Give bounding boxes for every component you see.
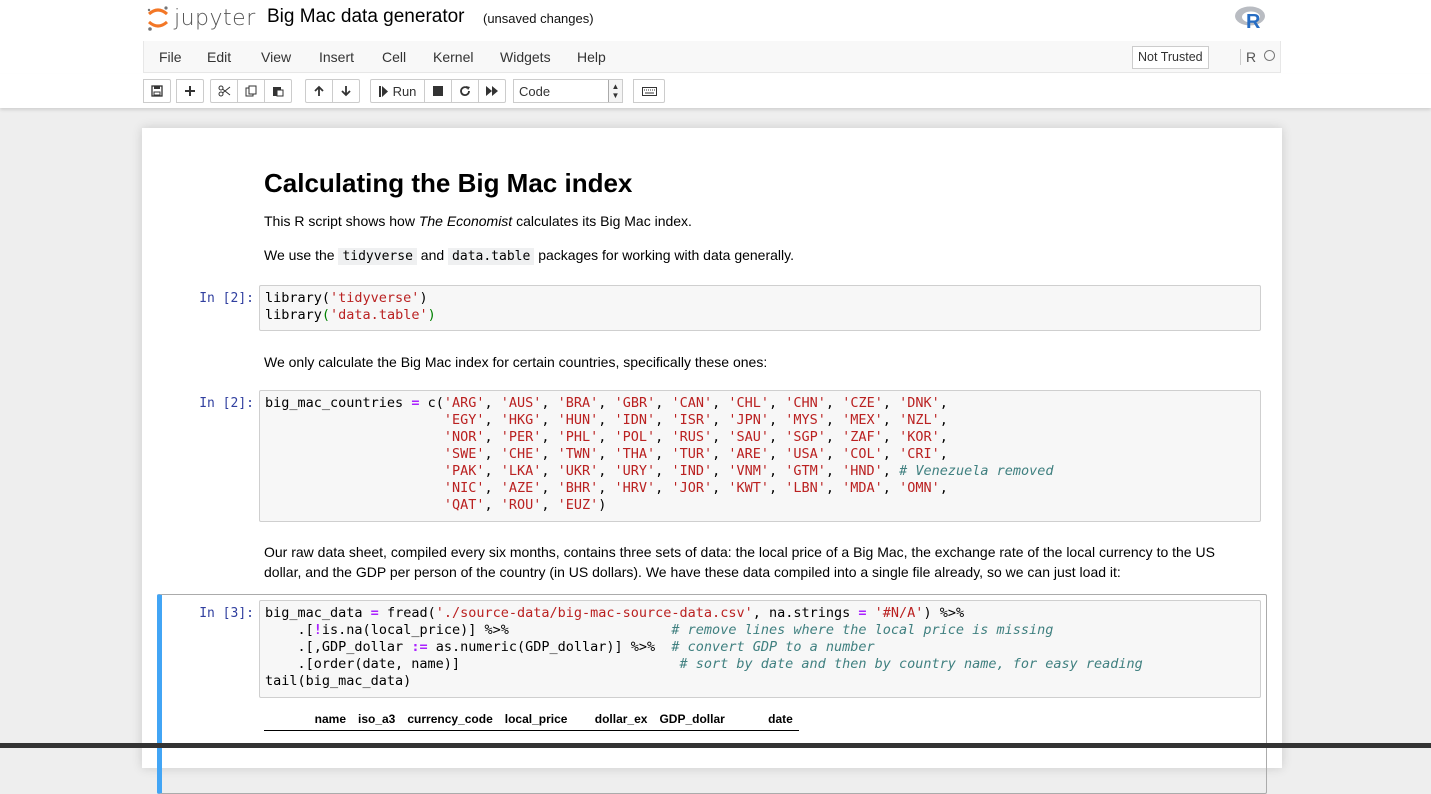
restart-button[interactable] (451, 79, 479, 103)
arrow-up-icon (314, 85, 324, 96)
cut-icon (218, 85, 230, 97)
paste-icon (273, 87, 284, 97)
arrow-down-icon (341, 86, 351, 97)
cut-button[interactable] (210, 79, 238, 103)
cell-type-select[interactable]: Code ▲ ▼ (513, 79, 623, 103)
stop-icon (433, 86, 443, 96)
column-header: currency_code (401, 708, 499, 731)
paragraph-raw-data: Our raw data sheet, compiled every six m… (264, 544, 1215, 580)
move-down-button[interactable] (332, 79, 360, 103)
keyboard-icon (641, 86, 657, 96)
interrupt-button[interactable] (424, 79, 452, 103)
menu-widgets[interactable]: Widgets (500, 49, 551, 65)
copy-button[interactable] (237, 79, 265, 103)
column-header: name (264, 708, 352, 731)
code-cell-load-data[interactable]: big_mac_data = fread('./source-data/big-… (259, 600, 1261, 698)
menu-view[interactable]: View (261, 49, 291, 65)
logo-text: jupyter (174, 5, 256, 31)
run-label: Run (392, 83, 417, 99)
code-cell-countries[interactable]: big_mac_countries = c('ARG', 'AUS', 'BRA… (259, 390, 1261, 522)
paragraph-intro: This R script shows how The Economist ca… (264, 213, 692, 229)
insert-cell-button[interactable] (176, 79, 204, 103)
kernel-name: R (1240, 49, 1256, 65)
cell-prompt: In [2]: (199, 291, 254, 306)
notebook-title[interactable]: Big Mac data generator (267, 6, 465, 28)
menubar: File Edit View Insert Cell Kernel Widget… (143, 41, 1281, 73)
save-button[interactable] (143, 79, 171, 103)
notebook-container: Calculating the Big Mac index This R scr… (142, 128, 1282, 794)
not-trusted-button[interactable]: Not Trusted (1132, 46, 1209, 69)
restart-icon (460, 86, 470, 97)
step-forward-icon (378, 85, 388, 97)
menu-edit[interactable]: Edit (207, 49, 231, 65)
command-palette-button[interactable] (633, 79, 665, 103)
cell-prompt: In [2]: (199, 396, 254, 411)
copy-icon (245, 85, 257, 97)
save-status: (unsaved changes) (483, 11, 594, 26)
jupyter-logo-icon (147, 6, 168, 31)
jupyter-logo[interactable]: jupyter (146, 2, 256, 34)
menu-kernel[interactable]: Kernel (433, 49, 473, 65)
plus-icon (185, 86, 195, 96)
cell-type-value: Code (519, 84, 551, 99)
run-button[interactable]: Run (370, 79, 425, 103)
header: jupyter Big Mac data generator (unsaved … (0, 0, 1431, 42)
menu-insert[interactable]: Insert (319, 49, 354, 65)
code-cell-libraries[interactable]: library('tidyverse') library('data.table… (259, 285, 1261, 331)
bottom-edge (0, 743, 1431, 748)
column-header: GDP_dollar (653, 708, 731, 731)
paragraph-countries: We only calculate the Big Mac index for … (264, 354, 768, 370)
menu-file[interactable]: File (159, 49, 182, 65)
restart-run-all-button[interactable] (478, 79, 506, 103)
column-header: dollar_ex (573, 708, 654, 731)
paste-button[interactable] (264, 79, 292, 103)
menu-help[interactable]: Help (577, 49, 606, 65)
fast-forward-icon (486, 86, 498, 96)
dropdown-arrow-icon: ▲ ▼ (608, 80, 622, 102)
table-header-row: name iso_a3 currency_code local_price do… (264, 708, 799, 731)
cell-prompt: In [3]: (199, 606, 254, 621)
paragraph-packages: We use the tidyverse and data.table pack… (264, 247, 794, 265)
toolbar: Run Code ▲ ▼ (0, 74, 1431, 108)
heading: Calculating the Big Mac index (264, 168, 633, 198)
output-table: name iso_a3 currency_code local_price do… (264, 708, 799, 731)
column-header: date (730, 708, 799, 731)
menu-cell[interactable]: Cell (382, 49, 406, 65)
column-header: iso_a3 (352, 708, 402, 731)
r-kernel-logo-icon: R (1235, 6, 1265, 31)
save-icon (151, 85, 163, 97)
svg-text:R: R (1246, 11, 1261, 31)
column-header: local_price (498, 708, 574, 731)
move-up-button[interactable] (305, 79, 333, 103)
kernel-idle-icon (1264, 50, 1275, 61)
